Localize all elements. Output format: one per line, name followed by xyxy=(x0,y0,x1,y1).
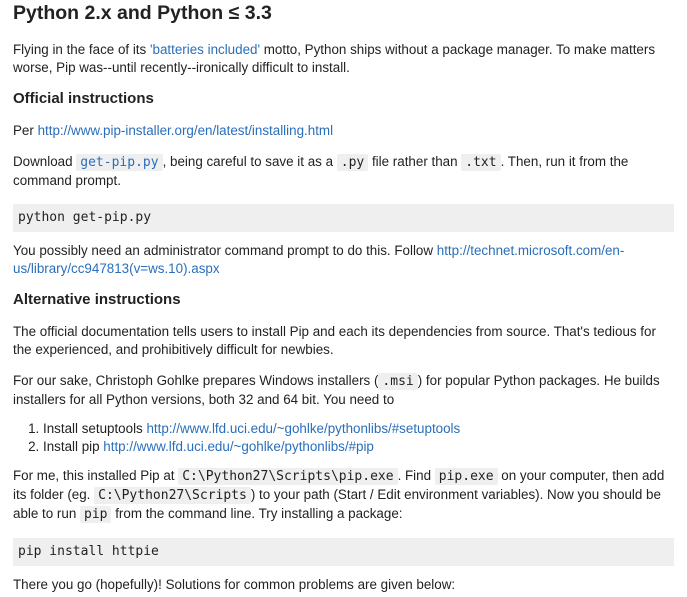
path-text-b: . Find xyxy=(397,468,435,483)
get-pip-link[interactable]: get-pip.py xyxy=(76,154,163,171)
page-title: Python 2.x and Python ≤ 3.3 xyxy=(13,2,272,24)
pip-exe-path-code: C:\Python27\Scripts\pip.exe xyxy=(178,468,398,485)
closing-paragraph: There you go (hopefully)! Solutions for … xyxy=(13,577,456,592)
pip-installer-link[interactable]: http://www.pip-installer.org/en/latest/i… xyxy=(38,123,333,138)
get-pip-command-block: python get-pip.py xyxy=(13,204,674,232)
scripts-folder-code: C:\Python27\Scripts xyxy=(94,487,251,504)
list-item: Install pip http://www.lfd.uci.edu/~gohl… xyxy=(43,438,674,456)
step-label: Install pip xyxy=(43,439,104,454)
alternative-instructions-heading: Alternative instructions xyxy=(13,291,181,308)
install-steps-list: Install setuptools http://www.lfd.uci.ed… xyxy=(13,420,674,456)
step-label: Install setuptools xyxy=(43,421,147,436)
get-pip-code: get-pip.py xyxy=(76,154,163,171)
py-extension-code: .py xyxy=(336,154,369,171)
list-item: Install setuptools http://www.lfd.uci.ed… xyxy=(43,420,674,438)
batteries-included-link[interactable]: 'batteries included' xyxy=(150,42,260,57)
gohlke-text: For our sake, Christoph Gohlke prepares … xyxy=(13,373,379,388)
pip-exe-code: pip.exe xyxy=(434,468,498,485)
gohlke-paragraph: For our sake, Christoph Gohlke prepares … xyxy=(13,372,674,409)
download-text-mid: , being careful to save it as a xyxy=(162,154,337,169)
msi-code: .msi xyxy=(378,373,418,390)
download-text-mid2: file rather than xyxy=(368,154,462,169)
intro-text: Flying in the face of its xyxy=(13,42,150,57)
path-text: For me, this installed Pip at xyxy=(13,468,179,483)
per-paragraph: Per http://www.pip-installer.org/en/late… xyxy=(13,122,674,140)
per-label: Per xyxy=(13,123,38,138)
download-text: Download xyxy=(13,154,77,169)
pip-link[interactable]: http://www.lfd.uci.edu/~gohlke/pythonlib… xyxy=(103,439,374,454)
path-text-e: from the command line. Try installing a … xyxy=(111,506,403,521)
pip-path-paragraph: For me, this installed Pip at C:\Python2… xyxy=(13,467,674,524)
txt-extension-code: .txt xyxy=(461,154,501,171)
download-paragraph: Download get-pip.py, being careful to sa… xyxy=(13,153,674,190)
pip-install-command-block: pip install httpie xyxy=(13,538,674,566)
admin-paragraph: You possibly need an administrator comma… xyxy=(13,242,674,278)
document-page: Python 2.x and Python ≤ 3.3 Flying in th… xyxy=(0,0,687,594)
pip-code: pip xyxy=(80,506,112,523)
intro-paragraph: Flying in the face of its 'batteries inc… xyxy=(13,41,674,77)
official-docs-paragraph: The official documentation tells users t… xyxy=(13,324,656,357)
admin-text: You possibly need an administrator comma… xyxy=(13,243,437,258)
setuptools-link[interactable]: http://www.lfd.uci.edu/~gohlke/pythonlib… xyxy=(146,421,460,436)
official-instructions-heading: Official instructions xyxy=(13,90,154,107)
